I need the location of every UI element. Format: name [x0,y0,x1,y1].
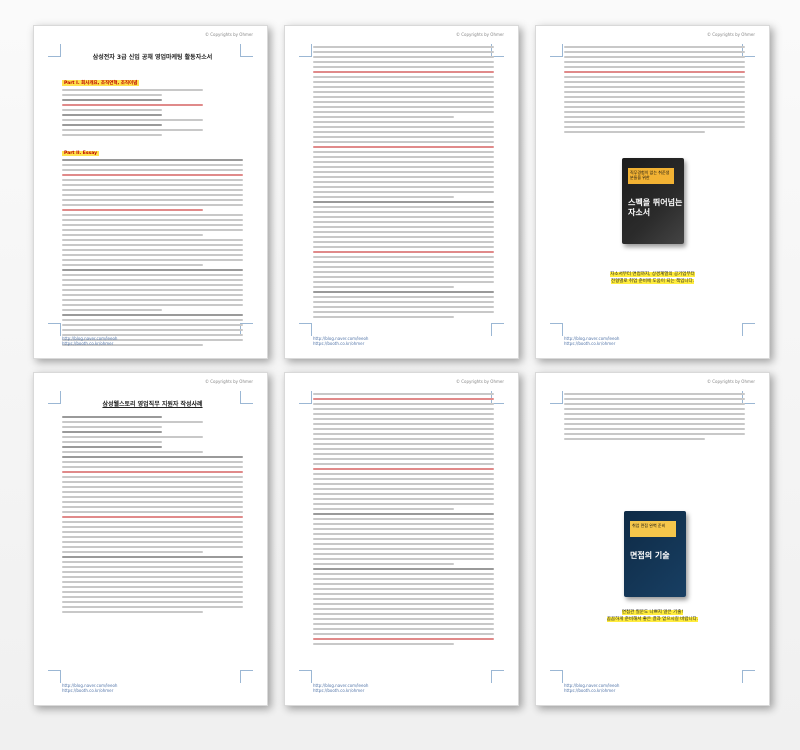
page-footer: http://blog.naver.com/leeoh https://boot… [313,683,369,693]
corner-mark [48,44,61,57]
page-title: 삼성전자 3급 신입 공채 영업마케팅 활동자소서 [92,54,213,61]
page-body: 삼성웰스토리 영업직무 지원자 작성사례 [62,393,243,665]
copyright-text: © Copyrights by Ohmer [204,32,253,37]
copyright-text: © Copyrights by Ohmer [706,32,755,37]
book-caption: 면접관 질문도 나쁘지 않은 기출! 꼼꼼하게 준비해서 좋은 결과 얻으시길 … [606,610,699,622]
page-footer: http://blog.naver.com/leeoh https://boot… [62,683,118,693]
corner-mark [48,323,61,336]
book-cover-image: 직무경험이 없는 취준생 분들을 위한 스펙을 뛰어넘는 자소서 [622,158,684,244]
page-body [313,393,494,665]
page-footer: http://blog.naver.com/leeoh https://boot… [313,336,369,346]
corner-mark [550,391,563,404]
section-heading: Part II. Essay [62,151,100,156]
page-body [564,46,745,158]
book-cover-image: 취업 면접 완벽 준비 면접의 기술 [624,511,686,597]
corner-mark [48,391,61,404]
corner-mark [491,670,504,683]
page-footer: http://blog.naver.com/leeoh https://boot… [564,683,620,693]
corner-mark [299,323,312,336]
document-page-4[interactable]: © Copyrights by Ohmer 삼성웰스토리 영업직무 지원자 작성… [33,372,268,706]
corner-mark [299,44,312,57]
corner-mark [550,670,563,683]
page-body: 삼성전자 3급 신입 공채 영업마케팅 활동자소서 Part I. 회사개요, … [62,46,243,346]
corner-mark [491,323,504,336]
page-title: 삼성웰스토리 영업직무 지원자 작성사례 [102,401,203,408]
page-body [564,393,745,465]
corner-mark [240,670,253,683]
document-page-3[interactable]: © Copyrights by Ohmer 직무경험이 없는 취준생 분들을 위… [535,25,770,359]
copyright-text: © Copyrights by Ohmer [455,379,504,384]
copyright-text: © Copyrights by Ohmer [706,379,755,384]
corner-mark [48,670,61,683]
document-page-2[interactable]: © Copyrights by Ohmer http://blog.naver.… [284,25,519,359]
corner-mark [550,323,563,336]
copyright-text: © Copyrights by Ohmer [455,32,504,37]
section-heading: Part I. 회사개요, 조직연혁, 조직이념 [62,80,140,86]
document-page-5[interactable]: © Copyrights by Ohmer http://blog.naver.… [284,372,519,706]
page-footer: http://blog.naver.com/leeoh https://boot… [564,336,620,346]
page-body [313,46,494,318]
document-preview-stage: © Copyrights by Ohmer 삼성전자 3급 신입 공채 영업마케… [0,0,800,750]
copyright-text: © Copyrights by Ohmer [204,379,253,384]
page-footer: http://blog.naver.com/leeoh https://boot… [62,336,118,346]
corner-mark [299,670,312,683]
corner-mark [742,670,755,683]
book-caption: 자소서부터 면접까지, 상경계열의 공기업부터 전형별로 취업 준비에 도움이 … [610,272,695,284]
corner-mark [299,391,312,404]
document-page-1[interactable]: © Copyrights by Ohmer 삼성전자 3급 신입 공채 영업마케… [33,25,268,359]
corner-mark [550,44,563,57]
document-page-6[interactable]: © Copyrights by Ohmer 취업 면접 완벽 준비 면접의 기술… [535,372,770,706]
corner-mark [742,323,755,336]
